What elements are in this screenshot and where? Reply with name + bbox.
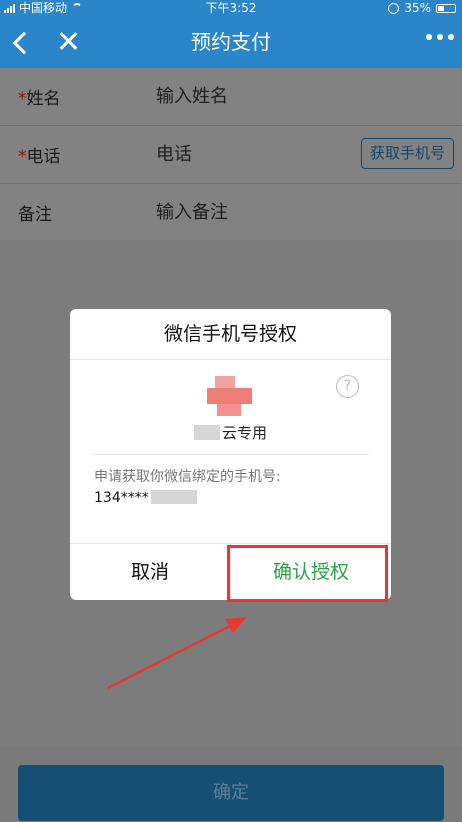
annotation-arrow (107, 617, 247, 690)
